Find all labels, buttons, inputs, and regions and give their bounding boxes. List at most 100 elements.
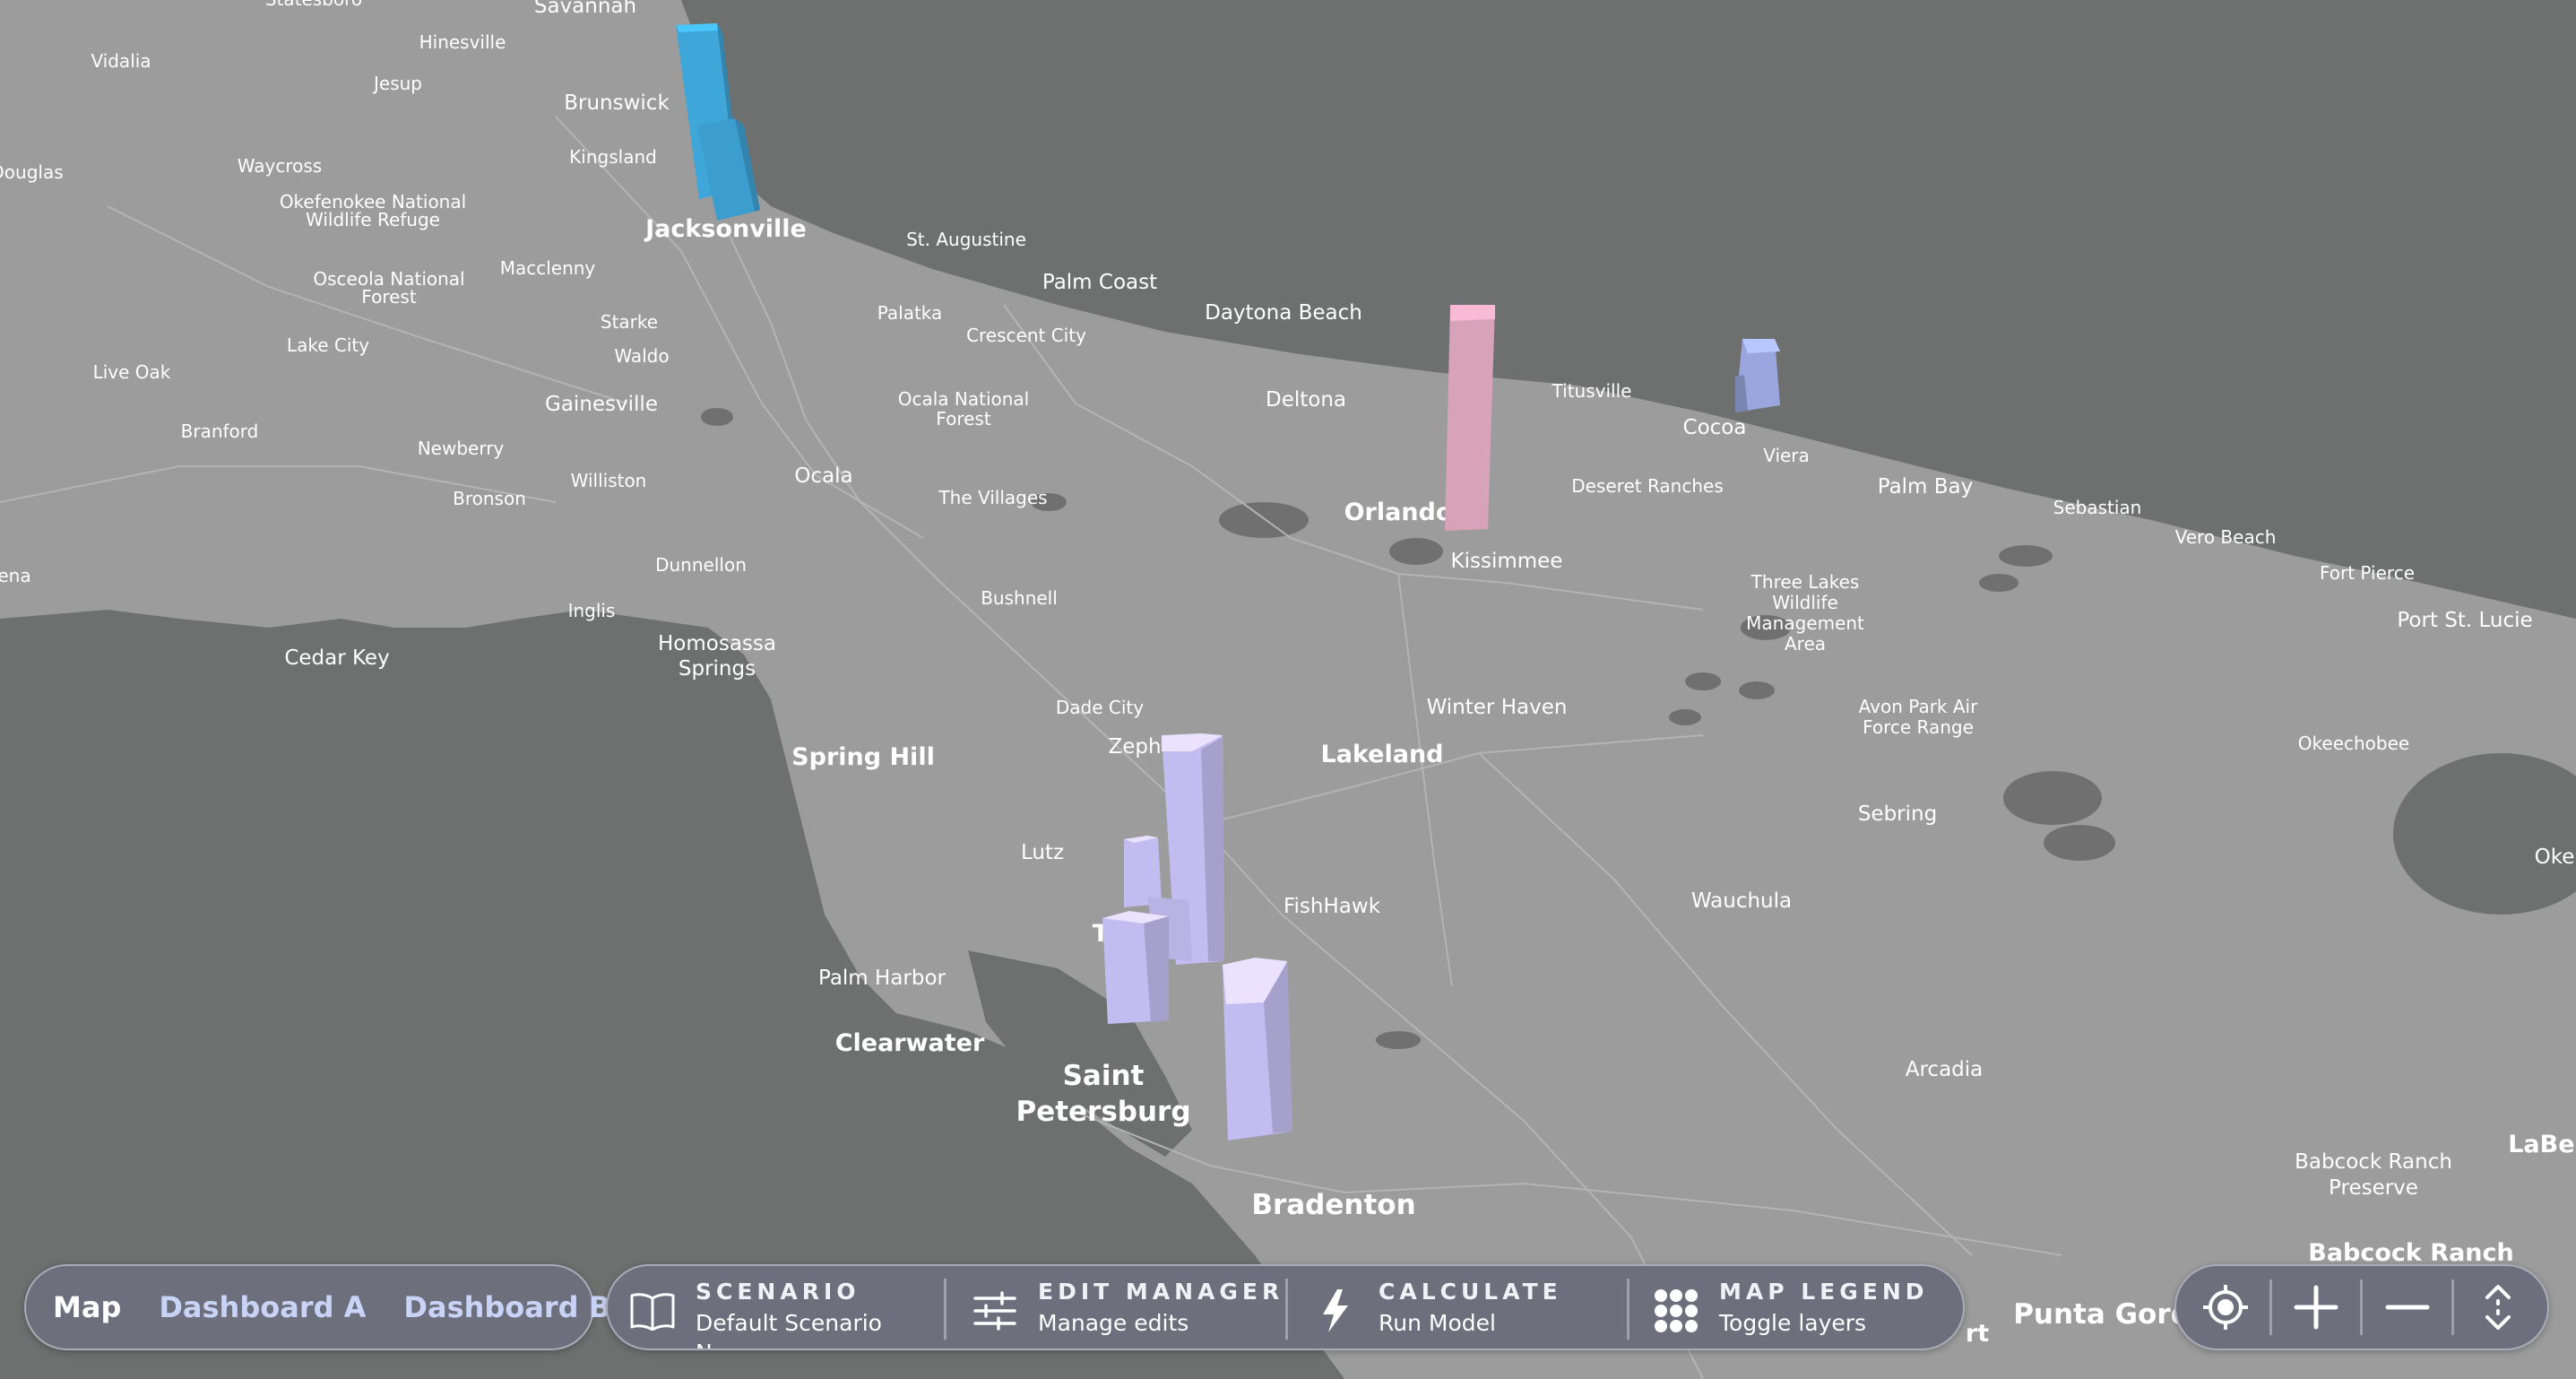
tab-map[interactable]: Map <box>53 1290 121 1324</box>
label-three-lakes-1: Three Lakes <box>1750 571 1860 593</box>
label-dunnellon: Dunnellon <box>655 554 747 576</box>
zoom-out-button[interactable] <box>2378 1278 2437 1337</box>
label-spring-hill: Spring Hill <box>791 743 935 771</box>
label-savannah: Savannah <box>534 0 636 18</box>
label-lutz: Lutz <box>1021 841 1064 864</box>
label-titusville: Titusville <box>1552 380 1632 402</box>
label-branford: Branford <box>181 421 259 442</box>
label-sebring: Sebring <box>1858 802 1937 826</box>
scenario-extra: N... <box>696 1340 882 1349</box>
label-deseret-ranches: Deseret Ranches <box>1571 475 1724 497</box>
label-macclenny: Macclenny <box>500 257 596 279</box>
label-inglis: Inglis <box>568 600 616 621</box>
label-starke: Starke <box>601 311 658 333</box>
scenario-button[interactable]: SCENARIO Default Scenario N... <box>627 1266 882 1349</box>
label-punta-gorda: Punta Gord <box>2013 1298 2191 1331</box>
toolbar: SCENARIO Default Scenario N... EDIT MANA… <box>606 1264 1965 1350</box>
label-deltona: Deltona <box>1266 388 1346 412</box>
label-palm-coast: Palm Coast <box>1042 271 1157 294</box>
calculate-subtitle: Run Model <box>1379 1310 1496 1336</box>
label-bushnell: Bushnell <box>981 587 1058 609</box>
zoom-out-icon <box>2385 1305 2430 1310</box>
label-winter-haven: Winter Haven <box>1427 696 1568 719</box>
label-lake-city: Lake City <box>287 334 369 356</box>
label-saint-petersburg-2: Petersburg <box>1016 1096 1190 1128</box>
book-icon <box>627 1286 678 1336</box>
pitch-button[interactable] <box>2468 1278 2528 1337</box>
toolbar-divider <box>944 1279 947 1340</box>
label-ocala-nf-2: Forest <box>936 408 991 429</box>
edit-manager-title: EDIT MANAGER <box>1038 1279 1284 1305</box>
label-orlando: Orlando <box>1344 499 1453 526</box>
label-st-augustine: St. Augustine <box>906 229 1026 250</box>
label-sebastian: Sebastian <box>2053 497 2142 518</box>
calculate-title: CALCULATE <box>1379 1279 1562 1305</box>
label-okeechobee: Okeechobee <box>2298 733 2409 754</box>
label-fishhawk: FishHawk <box>1284 895 1381 918</box>
calculate-button[interactable]: CALCULATE Run Model <box>1310 1266 1562 1349</box>
pitch-icon <box>2485 1285 2511 1330</box>
label-palm-bay: Palm Bay <box>1878 475 1974 499</box>
label-vero-beach: Vero Beach <box>2175 526 2277 548</box>
edit-manager-button[interactable]: EDIT MANAGER Manage edits <box>970 1266 1284 1349</box>
label-fort-pierce: Fort Pierce <box>2320 562 2415 584</box>
label-lakeland: Lakeland <box>1321 741 1444 768</box>
locate-button[interactable] <box>2196 1278 2255 1337</box>
zoom-in-button[interactable] <box>2286 1278 2346 1337</box>
label-osceola-2: Forest <box>361 286 417 308</box>
label-bronson: Bronson <box>453 488 526 509</box>
label-homosassa-2: Springs <box>679 657 756 681</box>
label-three-lakes-2: Wildlife <box>1772 592 1838 613</box>
column-cocoa[interactable] <box>1735 339 1780 412</box>
toolbar-divider <box>1627 1279 1629 1340</box>
label-labelle: LaBel <box>2508 1131 2576 1158</box>
label-jacksonville: Jacksonville <box>644 215 807 243</box>
label-jesup: Jesup <box>372 73 422 94</box>
edit-manager-subtitle: Manage edits <box>1038 1310 1189 1336</box>
control-divider <box>2451 1279 2454 1335</box>
label-palm-harbor: Palm Harbor <box>818 967 947 990</box>
label-crescent-city: Crescent City <box>966 325 1086 346</box>
label-vidalia: Vidalia <box>91 50 151 72</box>
map-legend-button[interactable]: MAP LEGEND Toggle layers <box>1651 1266 1929 1349</box>
label-babcock-preserve-2: Preserve <box>2329 1176 2418 1200</box>
column-bradenton[interactable] <box>1223 958 1292 1140</box>
label-port-st-lucie: Port St. Lucie <box>2397 609 2532 632</box>
view-tabs: Map Dashboard A Dashboard B <box>24 1264 610 1350</box>
label-homosassa-1: Homosassa <box>658 632 776 655</box>
label-gainesville: Gainesville <box>545 393 658 416</box>
label-viera: Viera <box>1763 445 1810 466</box>
label-kingsland: Kingsland <box>569 146 657 168</box>
label-avon-park-2: Force Range <box>1863 716 1974 738</box>
label-ocala: Ocala <box>794 464 852 488</box>
label-waycross: Waycross <box>238 155 322 177</box>
label-dade-city: Dade City <box>1056 697 1144 718</box>
tab-dashboard-b[interactable]: Dashboard B <box>403 1290 610 1324</box>
control-divider <box>2269 1279 2273 1335</box>
label-lake-okeechobee: Oke <box>2535 846 2575 869</box>
column-tampa-front[interactable] <box>1102 911 1169 1024</box>
label-clearwater: Clearwater <box>835 1029 985 1057</box>
scenario-subtitle: Default Scenario <box>696 1310 882 1336</box>
label-newberry: Newberry <box>418 438 505 459</box>
label-okefenokee-2: Wildlife Refuge <box>306 209 440 230</box>
map-controls <box>2174 1264 2549 1350</box>
label-avon-park-1: Avon Park Air <box>1859 696 1978 717</box>
label-the-villages: The Villages <box>938 487 1047 508</box>
label-hinesville: Hinesville <box>419 31 506 53</box>
tab-dashboard-a[interactable]: Dashboard A <box>159 1290 366 1324</box>
column-tampa-mid-1[interactable] <box>1124 836 1162 907</box>
map-legend-title: MAP LEGEND <box>1719 1279 1929 1305</box>
label-babcock-ranch: Babcock Ranch <box>2308 1239 2514 1267</box>
control-divider <box>2360 1279 2364 1335</box>
label-wauchula: Wauchula <box>1691 889 1792 913</box>
column-orlando[interactable] <box>1445 305 1495 531</box>
label-cedar-key: Cedar Key <box>284 646 389 670</box>
map-canvas[interactable]: Statesboro Savannah Hinesville Vidalia J… <box>0 0 2576 1379</box>
toolbar-divider <box>1285 1279 1288 1340</box>
zoom-in-icon <box>2294 1285 2338 1330</box>
label-arcadia: Arcadia <box>1906 1058 1984 1081</box>
scenario-title: SCENARIO <box>696 1279 860 1305</box>
label-cocoa: Cocoa <box>1683 416 1747 439</box>
label-kissimmee: Kissimmee <box>1451 550 1563 573</box>
